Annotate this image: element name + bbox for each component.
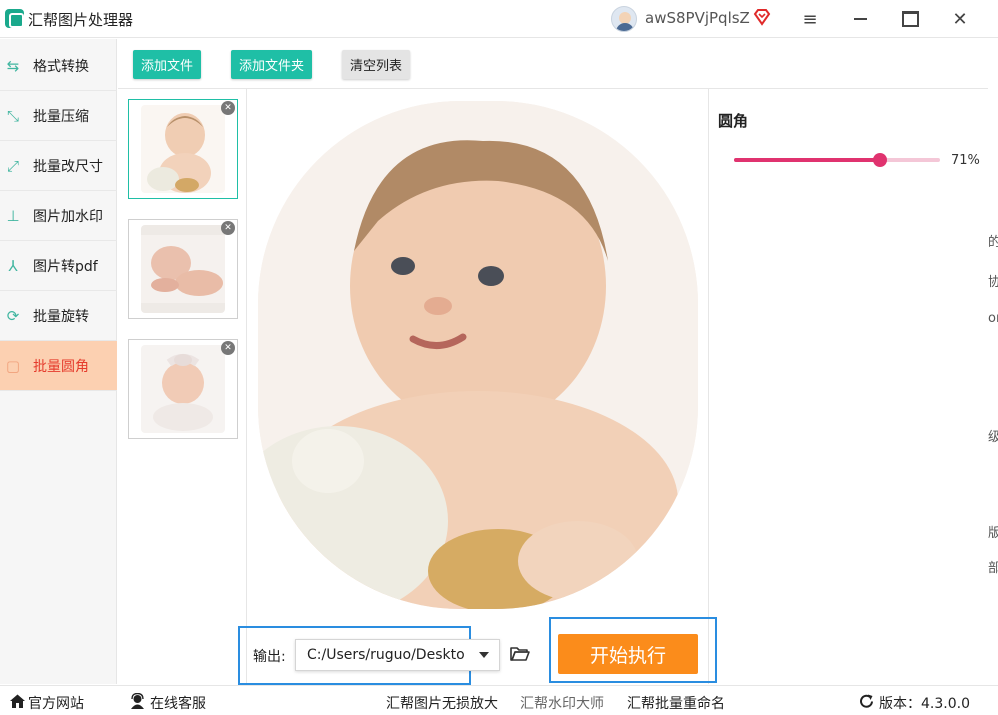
maximize-icon[interactable] [897,6,923,32]
sidebar-item-pdf[interactable]: ⅄ 图片转pdf [0,241,117,291]
vip-diamond-icon[interactable] [753,8,771,26]
sidebar-item-label: 批量压缩 [33,108,89,125]
folder-icon[interactable] [509,643,531,665]
edge-text: 版 [988,526,998,541]
remove-thumbnail-icon[interactable]: ✕ [221,341,235,355]
footer-link-watermark[interactable]: 汇帮水印大师 [520,693,604,713]
refresh-icon [860,694,873,708]
sidebar-item-format-convert[interactable]: ⇆ 格式转换 [0,41,117,91]
username[interactable]: awS8PVjPqlsZ [645,9,750,27]
sidebar-item-label: 格式转换 [33,58,89,75]
sidebar-item-watermark[interactable]: ⊥ 图片加水印 [0,191,117,241]
sidebar-item-label: 批量旋转 [33,308,89,325]
close-icon[interactable]: ✕ [947,6,973,32]
panel-divider [708,89,709,684]
add-folder-button[interactable]: 添加文件夹 [231,50,312,79]
chevron-down-icon[interactable] [469,640,499,670]
official-site-link[interactable]: 官方网站 [28,693,84,713]
thumbnail-item[interactable]: ✕ [128,219,238,319]
sidebar-item-rotate[interactable]: ⟳ 批量旋转 [0,291,117,341]
remove-thumbnail-icon[interactable]: ✕ [221,101,235,115]
footer: 官方网站 在线客服 汇帮图片无损放大 汇帮水印大师 汇帮批量重命名 版本：4.3… [0,685,998,715]
preview-image [258,101,698,609]
format-convert-icon: ⇆ [6,56,20,75]
sidebar: ⇆ 格式转换 ⤡ 批量压缩 ⤢ 批量改尺寸 ⊥ 图片加水印 ⅄ 图片转pdf ⟳… [0,39,117,684]
customer-service-icon [131,693,144,709]
slider-handle[interactable] [873,153,888,167]
output-path-value: C:/Users/ruguo/Desktop [307,647,465,663]
sidebar-item-resize[interactable]: ⤢ 批量改尺寸 [0,141,117,191]
remove-thumbnail-icon[interactable]: ✕ [221,221,235,235]
slider-fill [734,158,881,162]
thumbnail-image [141,225,225,313]
corner-radius-slider[interactable] [734,153,940,167]
edge-text: 部 [988,561,998,576]
sidebar-item-round-corner[interactable]: ▢ 批量圆角 [0,341,117,391]
output-path-field[interactable]: C:/Users/ruguo/Desktop [295,639,500,671]
menu-icon[interactable]: ≡ [797,6,823,32]
footer-link-upscale[interactable]: 汇帮图片无损放大 [386,693,498,713]
sidebar-item-label: 图片转pdf [33,258,98,275]
rotate-icon: ⟳ [6,306,20,325]
app-title: 汇帮图片处理器 [28,11,134,29]
user-avatar[interactable] [611,6,637,32]
app-logo-icon [5,9,24,28]
add-file-button[interactable]: 添加文件 [133,50,201,79]
sidebar-item-compress[interactable]: ⤡ 批量压缩 [0,91,117,141]
sidebar-item-label: 批量改尺寸 [33,158,103,175]
minimize-icon[interactable] [847,6,873,32]
watermark-icon: ⊥ [6,206,20,225]
start-button[interactable]: 开始执行 [558,634,698,674]
edge-text: or [988,311,998,326]
background-window-edge: 的生 协作 or 级 版 部 [988,89,998,684]
round-corner-title: 圆角 [718,112,749,130]
edge-text: 的生 [988,235,998,250]
slider-value: 71% [951,153,980,168]
pdf-icon: ⅄ [8,256,18,275]
edge-text: 级 [988,430,998,445]
title-bar: 汇帮图片处理器 awS8PVjPqlsZ ≡ ✕ [0,0,998,38]
thumbnail-image [141,345,225,433]
home-icon [10,694,25,708]
online-service-link[interactable]: 在线客服 [150,693,206,713]
round-corner-icon: ▢ [5,356,21,375]
resize-icon: ⤢ [6,156,19,175]
thumbnail-item[interactable]: ✕ [128,339,238,439]
clear-list-button[interactable]: 清空列表 [342,50,410,79]
output-label: 输出: [253,649,286,665]
version-label: 版本：4.3.0.0 [879,696,970,712]
thumbnail-image [141,105,225,193]
edge-text: 协作 [988,275,998,290]
footer-link-rename[interactable]: 汇帮批量重命名 [627,693,725,713]
thumbnail-list: ✕ ✕ ✕ [118,89,247,684]
thumbnail-item[interactable]: ✕ [128,99,238,199]
sidebar-item-label: 批量圆角 [33,358,89,375]
preview-area [248,89,708,611]
sidebar-item-label: 图片加水印 [33,208,103,225]
compress-icon: ⤡ [6,106,19,125]
